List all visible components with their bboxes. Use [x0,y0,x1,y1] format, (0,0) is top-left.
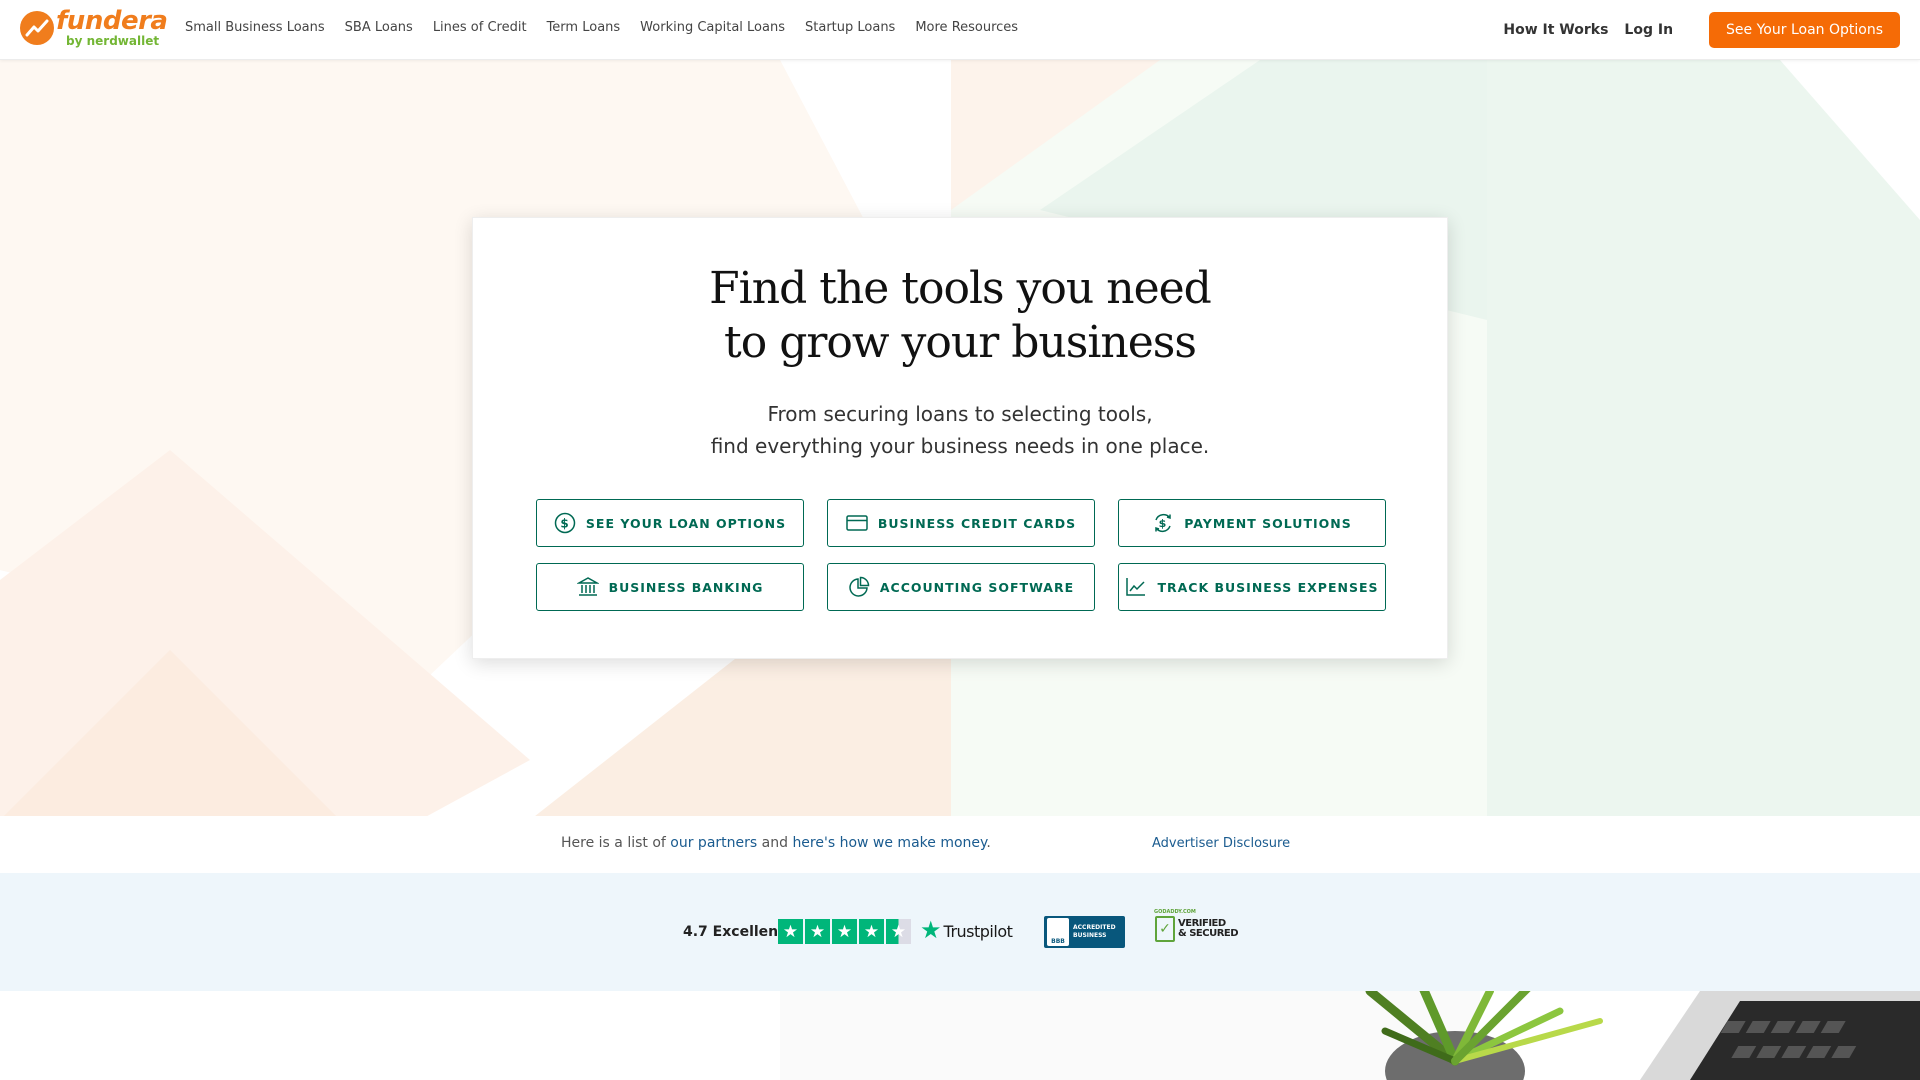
lock-icon: ✓ [1155,916,1175,942]
nav-term-loans[interactable]: Term Loans [547,20,621,35]
button-label: See Your Loan Options [585,515,787,531]
verified-secured-badge[interactable]: ✓ VERIFIED & SECURED [1155,916,1239,942]
tool-buttons: $ See Your Loan Options Business Credit … [536,499,1386,611]
header-actions: How It Works Log In See Your Loan Option… [1503,12,1900,48]
button-label: Track Business Expenses [1157,579,1379,595]
trustpilot-stars[interactable]: ★ ★ ★ ★ ★ [778,919,913,944]
how-it-works-link[interactable]: How It Works [1503,22,1608,38]
payment-solutions-button[interactable]: $ Payment Solutions [1118,499,1386,547]
verified-secured-text: VERIFIED & SECURED [1178,919,1239,939]
trustpilot-rating: 4.7 Excellent [683,924,785,940]
business-credit-cards-button[interactable]: Business Credit Cards [827,499,1095,547]
disclosure-prefix: Here is a list of [561,835,671,851]
see-loan-options-button[interactable]: See Your Loan Options [1709,12,1900,48]
bbb-logo-icon: BBB [1047,918,1069,946]
nav-sba-loans[interactable]: SBA Loans [345,20,413,35]
bank-icon [576,576,599,598]
hero-subtitle: From securing loans to selecting tools, … [473,398,1447,462]
dollar-cycle-icon: $ [1152,512,1174,534]
bbb-text-line1: ACCREDITED [1073,924,1116,931]
bbb-accredited-badge[interactable]: BBB ACCREDITED BUSINESS [1044,916,1125,948]
hero-title: Find the tools you need to grow your bus… [473,262,1447,370]
accounting-software-button[interactable]: Accounting Software [827,563,1095,611]
button-label: Business Banking [608,579,764,595]
hero-title-line2: to grow your business [724,317,1197,368]
nav-startup-loans[interactable]: Startup Loans [805,20,895,35]
nav-more-resources[interactable]: More Resources [915,20,1018,35]
laptop-illustration [1640,991,1920,1080]
hero-subtitle-line1: From securing loans to selecting tools, [767,402,1153,426]
half-star-icon: ★ [886,919,911,944]
star-icon: ★ [805,919,830,944]
secure-line2: & SECURED [1178,928,1239,939]
logo-mark-icon [20,10,54,45]
our-partners-link[interactable]: our partners [670,835,757,851]
hero-subtitle-line2: find everything your business needs in o… [710,434,1210,458]
see-your-loan-options-button[interactable]: $ See Your Loan Options [536,499,804,547]
main-nav: Small Business Loans SBA Loans Lines of … [185,20,1038,35]
disclosure-suffix: . [986,835,991,851]
nav-lines-of-credit[interactable]: Lines of Credit [433,20,527,35]
line-chart-icon [1125,576,1147,598]
nav-small-business-loans[interactable]: Small Business Loans [185,20,325,35]
fundera-logo[interactable]: fundera by nerdwallet [20,6,168,48]
site-header: fundera by nerdwallet Small Business Loa… [0,0,1920,60]
button-label: Business Credit Cards [877,515,1077,531]
trustpilot-logo[interactable]: ★ Trustpilot [920,917,1013,944]
godaddy-label: GODADDY.COM [1154,909,1196,915]
button-label: Payment Solutions [1184,515,1352,531]
login-link[interactable]: Log In [1624,22,1673,38]
desk-photo [780,991,1920,1080]
star-icon: ★ [832,919,857,944]
pie-chart-icon [848,576,870,598]
nav-working-capital-loans[interactable]: Working Capital Loans [640,20,785,35]
trustpilot-wordmark: Trustpilot [943,921,1013,941]
button-label: Accounting Software [879,579,1075,595]
svg-text:$: $ [1159,517,1168,530]
bbb-logo-text: BBB [1051,938,1065,945]
dollar-circle-icon: $ [554,512,576,534]
trust-badges-bar: 4.7 Excellent ★ ★ ★ ★ ★ ★ Trustpilot BBB… [0,873,1920,991]
hero-title-line1: Find the tools you need [709,263,1212,314]
business-banking-button[interactable]: Business Banking [536,563,804,611]
bbb-text-line2: BUSINESS [1073,932,1107,939]
star-icon: ★ [778,919,803,944]
track-business-expenses-button[interactable]: Track Business Expenses [1118,563,1386,611]
hero-card: Find the tools you need to grow your bus… [472,217,1448,659]
bbb-text: ACCREDITED BUSINESS [1073,924,1116,940]
advertiser-disclosure-link[interactable]: Advertiser Disclosure [1152,836,1290,851]
disclosure-middle: and [757,835,793,851]
partners-disclosure-text: Here is a list of our partners and here'… [561,835,991,851]
logo-subtitle: by nerdwallet [66,34,160,48]
how-we-make-money-link[interactable]: here's how we make money [792,835,986,851]
logo-wordmark: fundera [56,6,168,36]
star-icon: ★ [859,919,884,944]
disclosure-bar: Here is a list of our partners and here'… [0,816,1920,873]
svg-text:$: $ [560,517,569,531]
trustpilot-star-icon: ★ [920,917,942,944]
credit-card-icon [846,512,868,534]
bottom-hero-image [0,991,1920,1080]
